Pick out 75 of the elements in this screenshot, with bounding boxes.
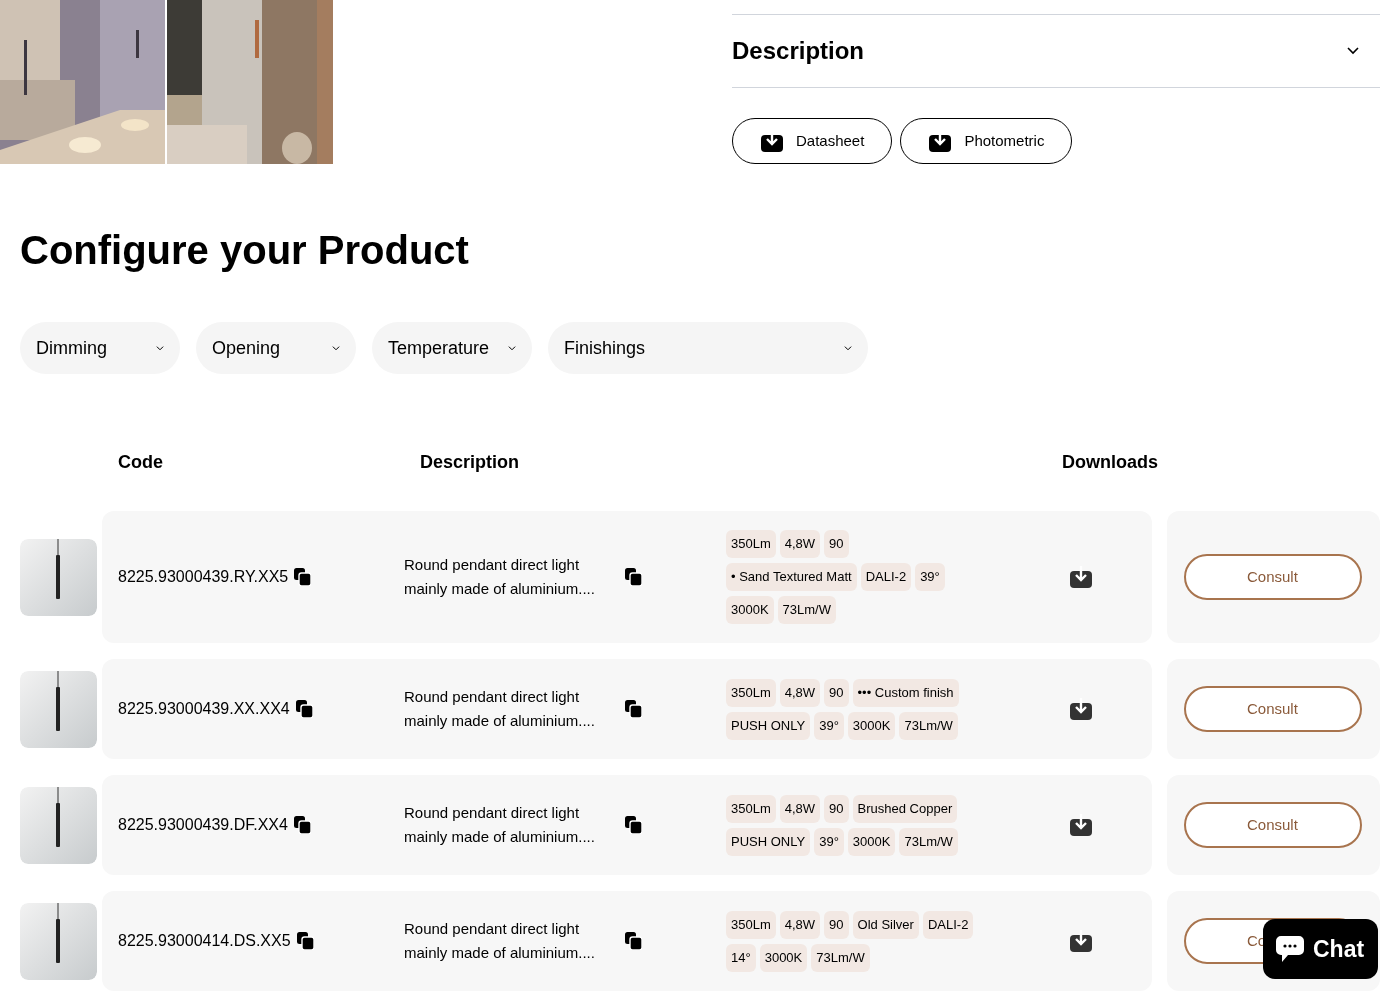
spec-tag: 350Lm (726, 910, 776, 939)
chat-toast[interactable]: Chat (1263, 919, 1378, 979)
product-code: 8225.93000439.XX.XX4 (118, 699, 290, 719)
spec-tag: 350Lm (726, 794, 776, 823)
spec-tag: DALI-2 (860, 563, 912, 591)
spec-tag: 4,8W (779, 910, 821, 939)
consult-button[interactable]: Consult (1184, 686, 1362, 732)
copy-icon[interactable] (295, 700, 313, 718)
copy-icon[interactable] (293, 816, 311, 834)
product-description: Round pendant direct light mainly made of aluminium.... (404, 555, 596, 599)
column-header: Code (118, 450, 164, 474)
copy-icon[interactable] (296, 932, 314, 950)
copy-icon[interactable] (625, 816, 642, 834)
column-header: Description (420, 450, 521, 474)
download-icon (1069, 697, 1093, 721)
spec-tag: 4,8W (779, 794, 821, 823)
consult-button[interactable]: Consult (1184, 554, 1362, 600)
copy-icon[interactable] (625, 932, 642, 950)
product-code: 8225.93000439.RY.XX5 (118, 567, 289, 587)
spec-tag: • Sand Textured Matt (726, 563, 857, 591)
download-icon (1069, 813, 1093, 837)
spec-tag: 90 (824, 794, 849, 823)
download-button[interactable] (1069, 929, 1093, 953)
product-description: Round pendant direct light mainly made of aluminium.... (404, 803, 596, 847)
copy-icon[interactable] (294, 568, 312, 586)
filter-dropdown[interactable]: Dimming (20, 322, 180, 374)
product-description: Round pendant direct light mainly made of aluminium.... (404, 919, 596, 963)
chevron-down-icon (508, 345, 516, 351)
chat-bubble-icon (1275, 935, 1305, 963)
spec-tag: 3000K (847, 711, 896, 740)
spec-tag: 90 (824, 678, 849, 707)
spec-tag: 14° (726, 943, 756, 972)
filter-dropdown[interactable]: Finishings (548, 322, 868, 374)
page-heading: Configure your Product (20, 227, 470, 274)
download-icon (1069, 565, 1093, 589)
spec-tag: 39° (814, 827, 844, 856)
column-header: Downloads (1062, 450, 1158, 474)
chevron-down-icon (332, 345, 340, 351)
spec-tag: ••• Custom finish (852, 678, 959, 707)
spec-tag: 3000K (759, 943, 808, 972)
filter-dropdown[interactable]: Opening (196, 322, 356, 374)
spec-tag: 39° (915, 563, 945, 591)
spec-tag: 3000K (726, 596, 774, 624)
download-icon (1069, 929, 1093, 953)
spec-tag: 3000K (847, 827, 896, 856)
spec-tag: 350Lm (726, 530, 776, 558)
spec-tag: PUSH ONLY (726, 711, 811, 740)
spec-tag: DALI-2 (922, 910, 974, 939)
spec-tag: 350Lm (726, 678, 776, 707)
product-code: 8225.93000414.DS.XX5 (118, 931, 291, 951)
consult-button[interactable]: Consult (1184, 802, 1362, 848)
spec-tag: 73Lm/W (899, 827, 958, 856)
chevron-down-icon (156, 345, 164, 351)
product-description: Round pendant direct light mainly made of aluminium.... (404, 687, 596, 731)
spec-tag: 39° (814, 711, 844, 740)
copy-icon[interactable] (625, 700, 642, 718)
chevron-down-icon (844, 345, 852, 351)
spec-tag: 4,8W (779, 530, 821, 558)
spec-tag: 90 (824, 530, 849, 558)
spec-tag: 73Lm/W (811, 943, 870, 972)
download-button[interactable] (1069, 697, 1093, 721)
product-code: 8225.93000439.DF.XX4 (118, 815, 288, 835)
spec-tag: 90 (824, 910, 849, 939)
download-button[interactable] (1069, 813, 1093, 837)
spec-tag: 4,8W (779, 678, 821, 707)
copy-icon[interactable] (625, 568, 642, 586)
spec-tag: Brushed Copper (852, 794, 958, 823)
spec-tag: 73Lm/W (899, 711, 958, 740)
filter-dropdown[interactable]: Temperature (372, 322, 532, 374)
section-title: Description (732, 36, 865, 66)
spec-tag: 73Lm/W (777, 596, 836, 624)
download-button[interactable] (1069, 565, 1093, 589)
spec-tag: PUSH ONLY (726, 827, 811, 856)
chevron-down-icon (1347, 47, 1359, 55)
spec-tag: Old Silver (852, 910, 919, 939)
